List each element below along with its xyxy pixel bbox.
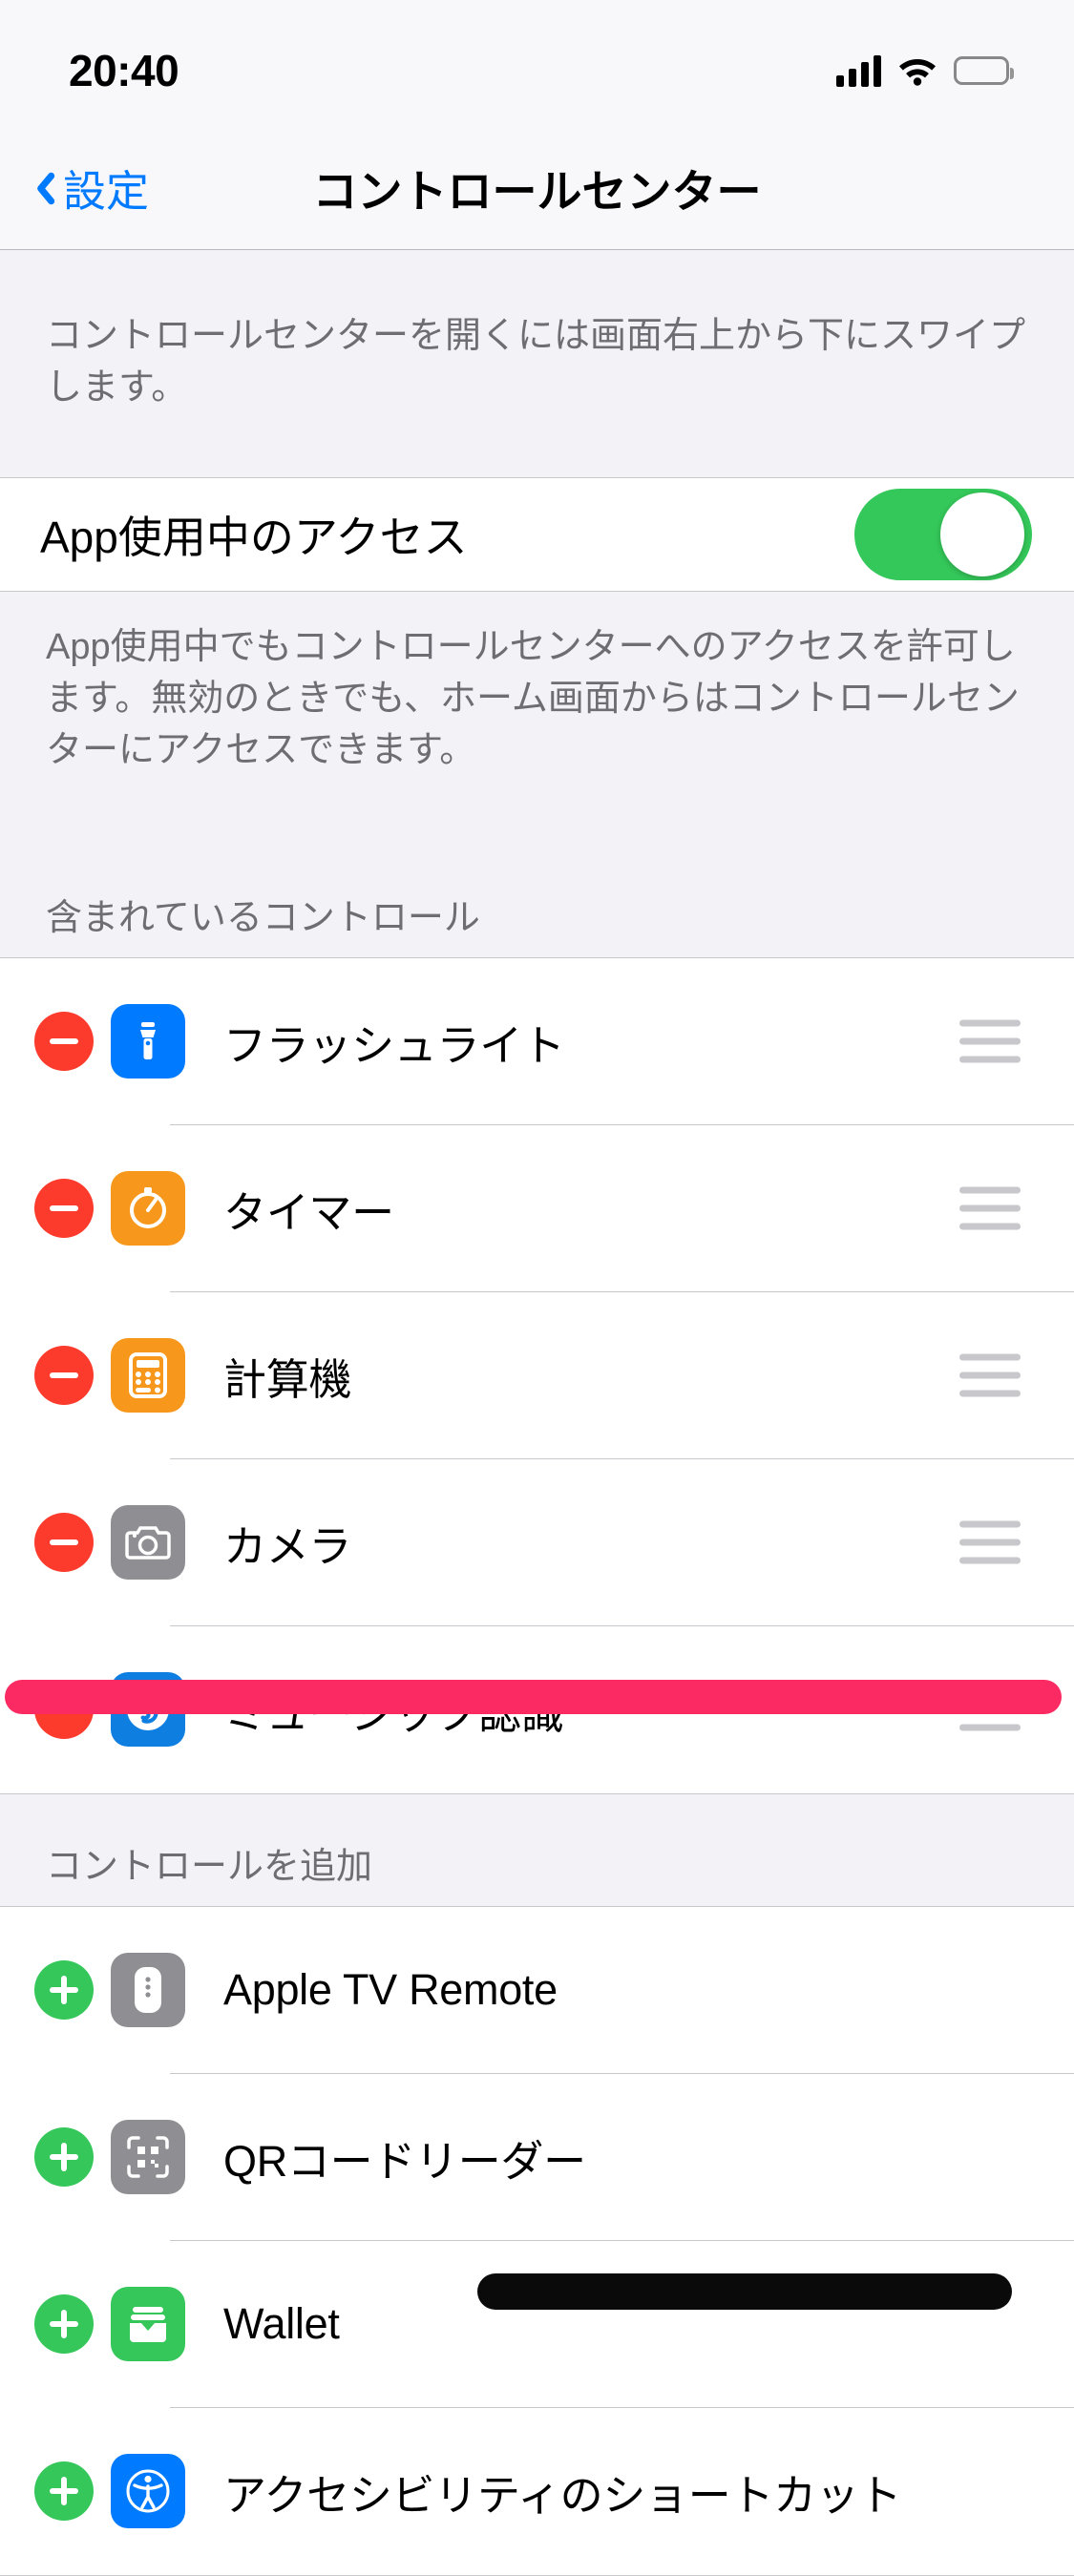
list-item[interactable]: Wallet xyxy=(0,2240,1074,2408)
list-item-label: 計算機 xyxy=(223,1354,352,1404)
spacer-before-included xyxy=(0,801,1074,846)
apple-tv-remote-icon xyxy=(111,1953,185,2028)
list-item-label: カメラ xyxy=(223,1521,352,1571)
toggle-knob xyxy=(940,492,1024,576)
calculator-icon xyxy=(111,1338,185,1414)
list-item[interactable]: アクセシビリティのショートカット xyxy=(0,2407,1074,2575)
status-bar: 20:40 xyxy=(0,0,1074,126)
app-access-row[interactable]: App使用中のアクセス xyxy=(0,477,1074,591)
black-redaction-annotation xyxy=(477,2273,1012,2310)
timer-icon xyxy=(111,1171,185,1246)
app-access-label: App使用中のアクセス xyxy=(40,512,468,562)
drag-handle-icon[interactable] xyxy=(959,1353,1021,1397)
accessibility-icon xyxy=(111,2454,185,2529)
drag-handle-icon[interactable] xyxy=(959,1186,1021,1230)
included-section-header: 含まれているコントロール xyxy=(0,845,1074,957)
spacer-top xyxy=(0,250,1074,311)
spacer-before-toggle xyxy=(0,413,1074,477)
add-section-header: コントロールを追加 xyxy=(0,1793,1074,1906)
access-group: App使用中のアクセス xyxy=(0,476,1074,592)
list-item[interactable]: タイマー xyxy=(0,1124,1074,1292)
list-item[interactable]: フラッシュライト xyxy=(0,957,1074,1125)
wallet-icon xyxy=(111,2287,185,2362)
back-button-label: 設定 xyxy=(63,167,150,216)
pink-highlight-annotation xyxy=(5,1680,1062,1714)
list-item[interactable]: QRコードリーダー xyxy=(0,2073,1074,2241)
list-item[interactable]: 計算機 xyxy=(0,1291,1074,1459)
drag-handle-icon[interactable] xyxy=(959,1019,1021,1063)
remove-minus-icon[interactable] xyxy=(34,1179,94,1239)
page-title: コントロールセンター xyxy=(312,166,762,217)
add-plus-icon[interactable] xyxy=(34,1960,94,2021)
battery-full-icon xyxy=(954,56,1014,85)
cellular-signal-icon xyxy=(836,54,881,87)
camera-icon xyxy=(111,1505,185,1581)
list-item-label: Wallet xyxy=(223,2299,340,2349)
intro-description: コントロールセンターを開くには画面右上から下にスワイプします。 xyxy=(0,311,1074,414)
included-controls-list: フラッシュライトタイマー計算機カメラミュージック認識 xyxy=(0,956,1074,1794)
wifi-icon xyxy=(897,55,937,86)
remove-minus-icon[interactable] xyxy=(34,1346,94,1406)
flashlight-icon xyxy=(111,1004,185,1079)
app-access-toggle[interactable] xyxy=(854,488,1032,580)
qr-code-reader-icon xyxy=(111,2120,185,2195)
status-indicators xyxy=(836,54,1014,87)
back-button[interactable]: 設定 xyxy=(0,157,149,219)
add-plus-icon[interactable] xyxy=(34,2294,94,2355)
list-item-label: フラッシュライト xyxy=(223,1020,565,1070)
add-plus-icon[interactable] xyxy=(34,2127,94,2188)
list-item-label: Apple TV Remote xyxy=(223,1965,558,2015)
remove-minus-icon[interactable] xyxy=(34,1513,94,1573)
access-footer-text: App使用中でもコントロールセンターへのアクセスを許可します。無効のときでも、ホ… xyxy=(0,591,1074,802)
list-item-label: タイマー xyxy=(223,1187,394,1237)
list-item[interactable]: カメラ xyxy=(0,1458,1074,1626)
add-plus-icon[interactable] xyxy=(34,2461,94,2522)
add-controls-list: Apple TV Remote QRコードリーダー Wallet アクセシビリティのシ… xyxy=(0,1905,1074,2576)
navigation-bar: 設定 コントロールセンター xyxy=(0,126,1074,250)
list-item[interactable]: Apple TV Remote xyxy=(0,1906,1074,2074)
chevron-left-icon xyxy=(29,169,52,207)
drag-handle-icon[interactable] xyxy=(959,1520,1021,1564)
list-item-label: QRコードリーダー xyxy=(223,2136,586,2186)
remove-minus-icon[interactable] xyxy=(34,1012,94,1072)
status-time: 20:40 xyxy=(69,46,179,95)
list-item-label: アクセシビリティのショートカット xyxy=(223,2470,902,2520)
